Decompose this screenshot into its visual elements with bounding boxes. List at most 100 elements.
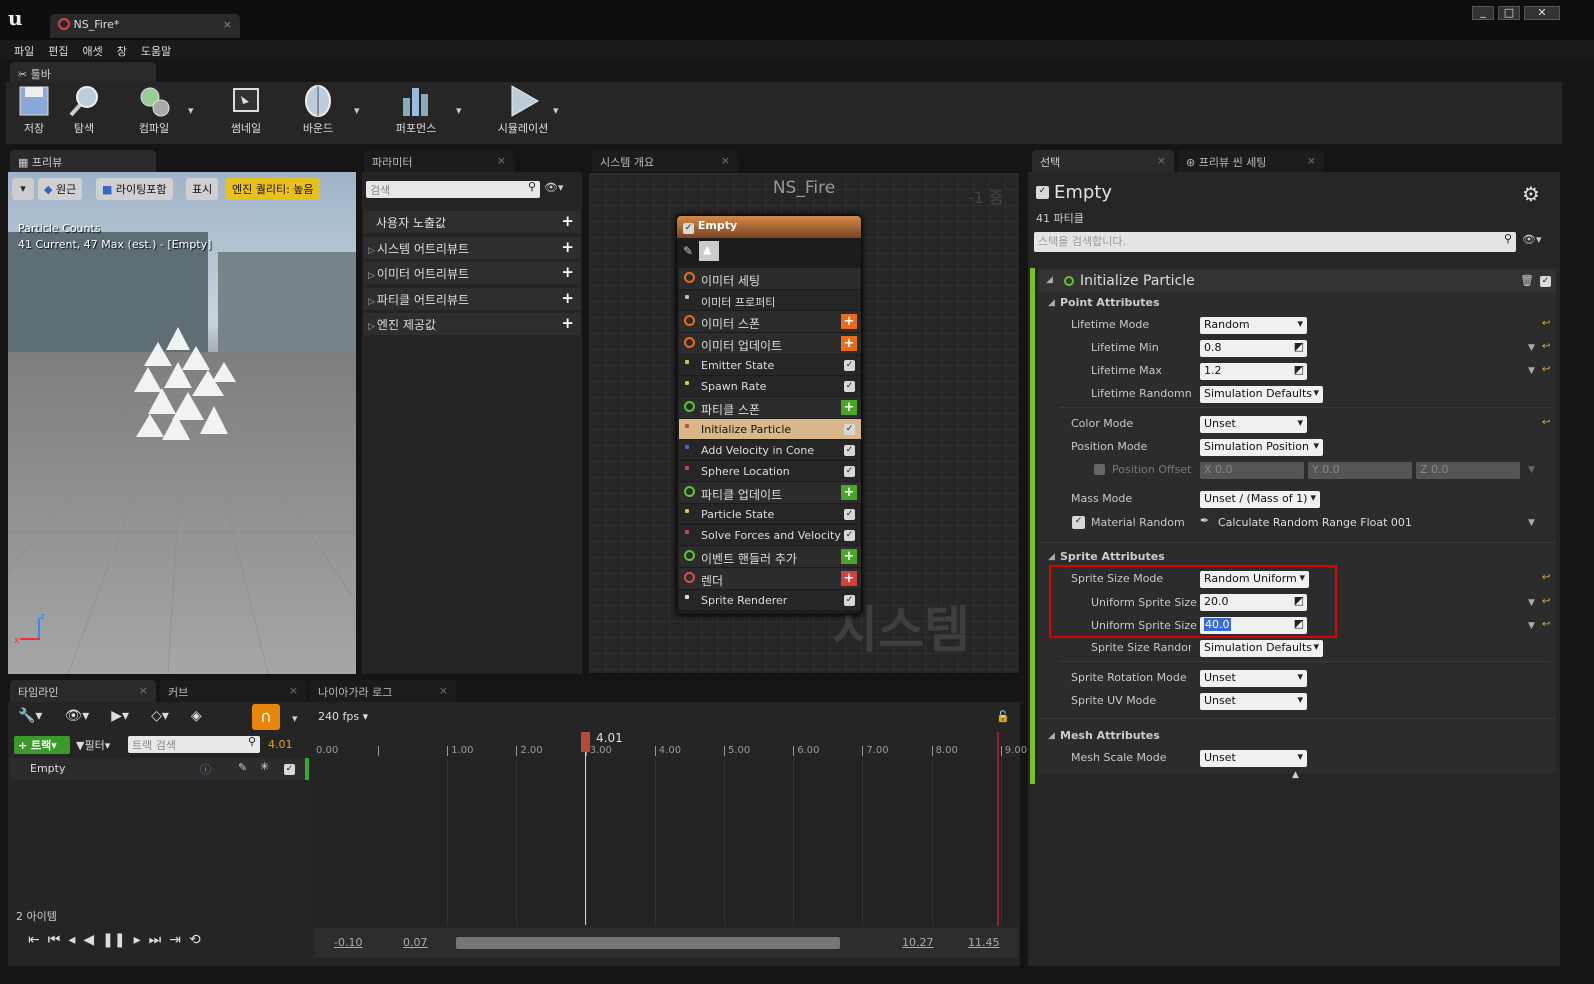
- tab-toolbar[interactable]: ✂ 툴바: [10, 62, 156, 84]
- expand-arrow-icon[interactable]: ▷: [368, 271, 375, 281]
- chevron-down-icon[interactable]: ▼: [1528, 343, 1535, 353]
- viewport-options-button[interactable]: ▾: [12, 178, 34, 200]
- node-row-7[interactable]: Initialize Particle ✓: [679, 419, 861, 439]
- reset-icon[interactable]: ↩: [1542, 572, 1550, 583]
- position-mode-select[interactable]: Simulation Position: [1200, 439, 1323, 456]
- prev-key-icon[interactable]: ⏮: [48, 932, 61, 948]
- reset-icon[interactable]: ↩: [1542, 619, 1550, 630]
- parameters-search-input[interactable]: 검색 ⚲: [366, 180, 540, 198]
- add-module-icon[interactable]: +: [841, 549, 857, 564]
- material-random-checkbox[interactable]: ✓: [1072, 516, 1085, 529]
- info-icon[interactable]: ⓘ: [200, 761, 211, 777]
- add-key-icon[interactable]: ◈: [191, 708, 202, 724]
- node-row-5[interactable]: Spawn Rate ✓: [679, 376, 861, 396]
- prev-frame-icon[interactable]: ◂: [68, 932, 75, 948]
- tab-timeline[interactable]: 타임라인 ×: [10, 680, 156, 702]
- sprite-size-random-select[interactable]: Simulation Defaults: [1200, 640, 1323, 657]
- reset-icon[interactable]: ↩: [1542, 596, 1550, 607]
- compile-dropdown-icon[interactable]: ▾: [188, 104, 194, 117]
- sprite-rotation-mode-select[interactable]: Unset: [1200, 670, 1307, 687]
- thumbnail-button[interactable]: 썸네일: [220, 84, 272, 136]
- module-enabled-checkbox[interactable]: ✓: [844, 424, 855, 435]
- add-icon[interactable]: +: [561, 212, 574, 230]
- add-track-button[interactable]: + 트랙▾: [14, 736, 70, 754]
- sprite-uv-mode-select[interactable]: Unset: [1200, 693, 1307, 710]
- reset-icon[interactable]: ↩: [1542, 364, 1550, 375]
- module-enabled-checkbox[interactable]: ✓: [844, 466, 855, 477]
- close-icon[interactable]: ×: [139, 684, 148, 697]
- add-icon[interactable]: +: [561, 314, 574, 332]
- track-enabled-checkbox[interactable]: ✓: [284, 764, 295, 775]
- simulation-dropdown-icon[interactable]: ▾: [553, 104, 559, 117]
- collapse-icon[interactable]: ◢: [1048, 298, 1055, 308]
- node-row-10[interactable]: 파티클 업데이트 +: [679, 482, 861, 503]
- collapse-icon[interactable]: ◢: [1046, 275, 1053, 285]
- module-enabled-checkbox[interactable]: ✓: [844, 595, 855, 606]
- minimize-button[interactable]: _: [1472, 6, 1494, 20]
- add-icon[interactable]: +: [561, 263, 574, 281]
- collapse-icon[interactable]: ◢: [1048, 731, 1055, 741]
- close-button[interactable]: ✕: [1524, 6, 1560, 20]
- tab-curves[interactable]: 커브 ×: [160, 680, 306, 702]
- module-enabled-checkbox[interactable]: ✓: [844, 509, 855, 520]
- simulation-button[interactable]: 시뮬레이션: [494, 84, 552, 136]
- tab-parameters[interactable]: 파라미터 ×: [364, 150, 514, 172]
- module-enabled-checkbox[interactable]: ✓: [844, 360, 855, 371]
- snap-dropdown-icon[interactable]: ▾: [292, 712, 298, 725]
- add-icon[interactable]: +: [561, 238, 574, 256]
- perspective-button[interactable]: ◆ 원근: [38, 178, 83, 200]
- collapse-icon[interactable]: ◢: [1048, 552, 1055, 562]
- node-row-11[interactable]: Particle State ✓: [679, 504, 861, 524]
- key-icon[interactable]: ◇▾: [151, 708, 169, 724]
- add-module-icon[interactable]: +: [841, 400, 857, 415]
- close-icon[interactable]: ×: [497, 154, 506, 167]
- color-mode-select[interactable]: Unset: [1200, 416, 1307, 433]
- engine-quality-button[interactable]: 엔진 퀄리티: 높음: [226, 178, 320, 200]
- mass-mode-select[interactable]: Unset / (Mass of 1): [1200, 491, 1320, 508]
- node-row-8[interactable]: Add Velocity in Cone ✓: [679, 440, 861, 460]
- expand-arrow-icon[interactable]: ▷: [368, 246, 375, 256]
- menu-window[interactable]: 창: [117, 43, 127, 59]
- next-key-icon[interactable]: ⏭: [149, 932, 162, 948]
- menu-asset[interactable]: 애셋: [83, 43, 103, 59]
- node-row-12[interactable]: Solve Forces and Velocity ✓: [679, 525, 861, 545]
- gear-icon[interactable]: ⚙: [1522, 182, 1540, 206]
- emitter-enabled-checkbox[interactable]: ✓: [683, 223, 694, 234]
- position-offset-checkbox[interactable]: [1094, 464, 1105, 475]
- trash-icon[interactable]: 🗑: [1520, 274, 1534, 287]
- position-offset-y[interactable]: Y 0.0: [1308, 462, 1412, 479]
- node-row-2[interactable]: 이미터 스폰 +: [679, 311, 861, 332]
- reset-icon[interactable]: ↩: [1542, 318, 1550, 329]
- fps-select[interactable]: 240 fps ▾: [318, 710, 368, 723]
- asset-tab[interactable]: NS_Fire* ×: [50, 14, 240, 38]
- bounds-button[interactable]: 바운드: [292, 84, 344, 136]
- close-icon[interactable]: ×: [1307, 154, 1316, 167]
- lifetime-randomness-select[interactable]: Simulation Defaults: [1200, 386, 1323, 403]
- loop-icon[interactable]: ⟲: [189, 932, 201, 948]
- param-section-1[interactable]: ▷ 시스템 어트리뷰트 +: [364, 236, 580, 259]
- add-module-icon[interactable]: +: [841, 336, 857, 351]
- to-end-icon[interactable]: ⇥: [169, 932, 181, 948]
- eye-icon[interactable]: 👁▾: [544, 181, 564, 194]
- range-scrollbar[interactable]: [456, 937, 840, 949]
- close-icon[interactable]: ×: [721, 154, 730, 167]
- mesh-scale-mode-select[interactable]: Unset: [1200, 750, 1307, 767]
- node-row-6[interactable]: 파티클 스폰 +: [679, 397, 861, 418]
- eye-icon[interactable]: 👁▾: [64, 708, 89, 724]
- save-button[interactable]: 저장: [8, 84, 60, 136]
- add-module-icon[interactable]: +: [841, 571, 857, 586]
- emitter-node-header[interactable]: ✓ Empty: [677, 216, 861, 238]
- add-module-icon[interactable]: +: [841, 485, 857, 500]
- chevron-down-icon[interactable]: ▼: [1528, 465, 1535, 475]
- node-row-1[interactable]: 이미터 프로퍼티: [679, 290, 861, 310]
- expand-arrow-icon[interactable]: ▷: [368, 297, 375, 307]
- close-icon[interactable]: ×: [439, 684, 448, 697]
- param-section-3[interactable]: ▷ 파티클 어트리뷰트 +: [364, 287, 580, 310]
- node-row-14[interactable]: 렌더 +: [679, 568, 861, 589]
- tab-system-overview[interactable]: 시스템 개요 ×: [592, 150, 738, 172]
- close-icon[interactable]: ×: [289, 684, 298, 697]
- tab-preview-scene[interactable]: ⊛ 프리뷰 씬 세팅 ×: [1178, 150, 1324, 172]
- pin-icon[interactable]: ✎: [683, 244, 693, 258]
- eye-icon[interactable]: 👁▾: [1522, 233, 1542, 246]
- sparkle-icon[interactable]: ✳: [260, 760, 269, 773]
